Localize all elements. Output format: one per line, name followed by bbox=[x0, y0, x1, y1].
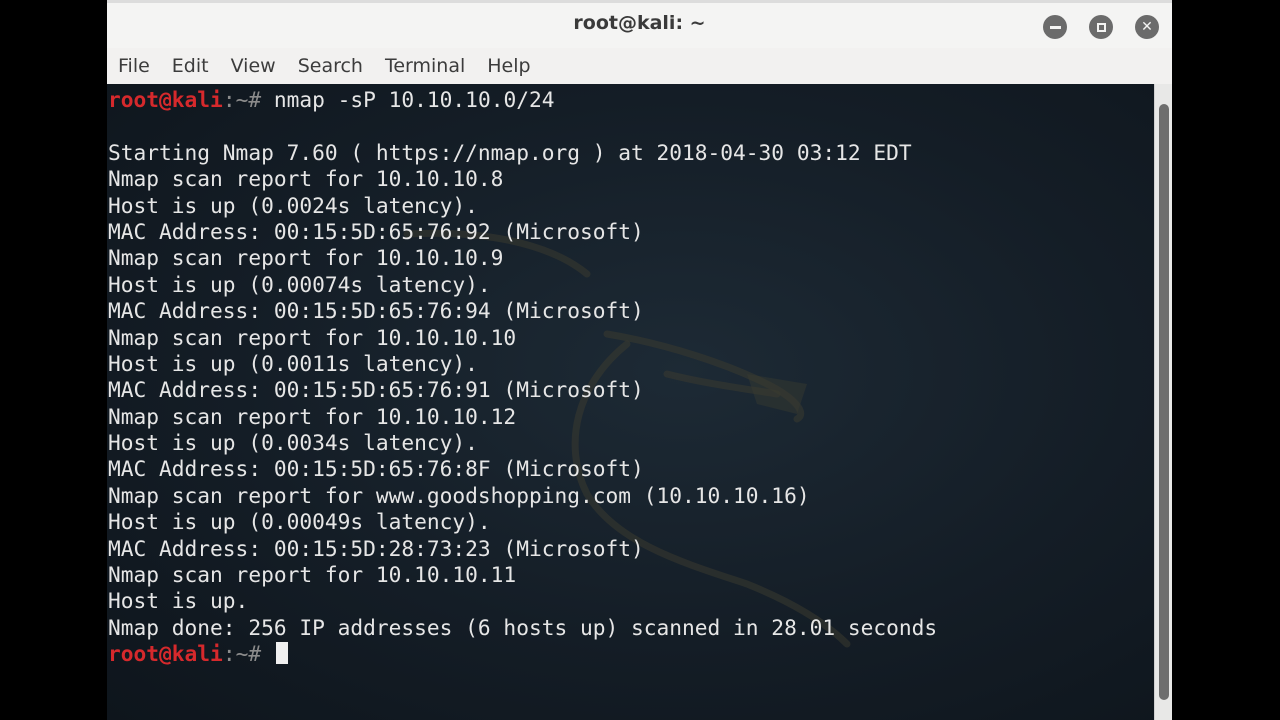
maximize-icon bbox=[1096, 22, 1106, 32]
prompt-user: root@kali bbox=[108, 87, 223, 112]
output-line: MAC Address: 00:15:5D:65:76:91 (Microsof… bbox=[108, 377, 644, 403]
output-line: Nmap scan report for 10.10.10.10 bbox=[108, 324, 517, 350]
menu-help[interactable]: Help bbox=[476, 49, 541, 83]
menu-bar: File Edit View Search Terminal Help bbox=[107, 48, 1172, 85]
output-line: MAC Address: 00:15:5D:28:73:23 (Microsof… bbox=[108, 535, 644, 561]
prompt-path: :~# bbox=[222, 87, 274, 112]
output-line: Host is up. bbox=[108, 588, 249, 614]
output-line: Nmap done: 256 IP addresses (6 hosts up)… bbox=[108, 614, 938, 640]
menu-file[interactable]: File bbox=[107, 49, 161, 83]
output-line: Host is up (0.0011s latency). bbox=[108, 350, 478, 376]
output-line: Nmap scan report for 10.10.10.11 bbox=[108, 562, 517, 588]
close-icon: ✕ bbox=[1141, 19, 1153, 35]
title-bar[interactable]: root@kali: ~ ✕ bbox=[107, 0, 1172, 48]
command-line: root@kali:~# nmap -sP 10.10.10.0/24 bbox=[108, 87, 937, 113]
output-line: Host is up (0.0034s latency). bbox=[108, 430, 478, 456]
output-line: Nmap scan report for www.goodshopping.co… bbox=[108, 482, 810, 508]
current-prompt-line[interactable]: root@kali:~# bbox=[108, 641, 937, 667]
scrollbar-thumb[interactable] bbox=[1159, 104, 1169, 700]
output-line: MAC Address: 00:15:5D:65:76:8F (Microsof… bbox=[108, 456, 644, 482]
output-line: MAC Address: 00:15:5D:65:76:94 (Microsof… bbox=[108, 298, 644, 324]
output-line: Host is up (0.00074s latency). bbox=[108, 271, 491, 297]
minimize-button[interactable] bbox=[1043, 15, 1067, 39]
window-title: root@kali: ~ bbox=[573, 12, 706, 34]
terminal-output: root@kali:~# nmap -sP 10.10.10.0/24 Start… bbox=[108, 87, 937, 668]
terminal-window: root@kali: ~ ✕ File Edit View Search Ter… bbox=[107, 0, 1172, 720]
output-line: Nmap scan report for 10.10.10.12 bbox=[108, 403, 517, 429]
menu-search[interactable]: Search bbox=[287, 49, 374, 83]
terminal-area[interactable]: root@kali:~# nmap -sP 10.10.10.0/24 Start… bbox=[107, 84, 1154, 720]
output-line: Starting Nmap 7.60 ( https://nmap.org ) … bbox=[108, 139, 912, 165]
vertical-scrollbar[interactable] bbox=[1154, 84, 1172, 720]
output-line: MAC Address: 00:15:5D:65:76:92 (Microsof… bbox=[108, 218, 644, 244]
minimize-icon bbox=[1049, 25, 1061, 29]
output-line: Host is up (0.00049s latency). bbox=[108, 509, 491, 535]
menu-edit[interactable]: Edit bbox=[161, 49, 220, 83]
maximize-button[interactable] bbox=[1089, 15, 1113, 39]
prompt-user: root@kali bbox=[108, 641, 223, 667]
output-line: Nmap scan report for 10.10.10.8 bbox=[108, 166, 504, 192]
close-button[interactable]: ✕ bbox=[1135, 15, 1159, 39]
output-line: Nmap scan report for 10.10.10.9 bbox=[108, 245, 504, 271]
command-text: nmap -sP 10.10.10.0/24 bbox=[273, 87, 555, 112]
prompt-path: :~# bbox=[222, 641, 274, 667]
output-line: Host is up (0.0024s latency). bbox=[108, 192, 478, 218]
menu-terminal[interactable]: Terminal bbox=[374, 49, 476, 83]
menu-view[interactable]: View bbox=[220, 49, 287, 83]
text-cursor bbox=[275, 642, 288, 665]
